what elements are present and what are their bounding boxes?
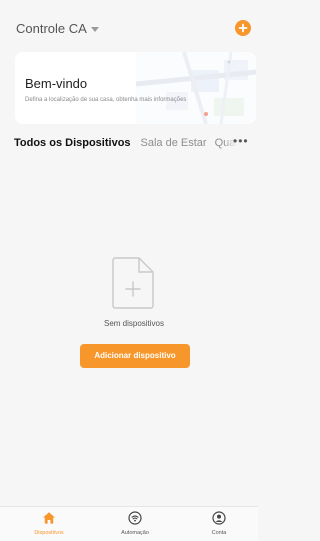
empty-devices-icon	[112, 257, 154, 309]
nav-account-label: Conta	[211, 530, 227, 536]
tab-all-devices[interactable]: Todos os Dispositivos	[14, 137, 131, 149]
welcome-card[interactable]: Bem-vindo Defina a localização de sua ca…	[15, 52, 256, 124]
nav-devices[interactable]: Dispositivos	[19, 511, 79, 536]
welcome-subtitle: Defina a localização de sua casa, obtenh…	[25, 97, 187, 103]
automation-icon	[128, 511, 142, 525]
home-selector[interactable]: Controle CA	[16, 21, 99, 36]
nav-automation-label: Automação	[121, 530, 149, 536]
plus-icon	[238, 23, 248, 33]
add-button[interactable]	[235, 20, 251, 36]
bottom-navigation: Dispositivos Automação Conta	[0, 506, 258, 541]
nav-automation[interactable]: Automação	[105, 511, 165, 536]
map-illustration	[136, 52, 256, 124]
home-name: Controle CA	[16, 21, 87, 36]
nav-account[interactable]: Conta	[189, 511, 249, 536]
add-device-button[interactable]: Adicionar dispositivo	[80, 344, 190, 368]
header: Controle CA	[0, 0, 258, 50]
empty-state-message: Sem dispositivos	[103, 319, 165, 328]
more-tabs-button[interactable]: •••	[233, 134, 249, 148]
caret-down-icon	[90, 26, 99, 32]
tab-living-room[interactable]: Sala de Estar	[141, 137, 207, 149]
home-icon	[43, 512, 55, 524]
account-icon	[212, 511, 226, 525]
welcome-title: Bem-vindo	[25, 76, 88, 91]
room-tabs: Todos os Dispositivos Sala de Estar Quar…	[0, 133, 258, 153]
nav-devices-label: Dispositivos	[34, 530, 64, 536]
